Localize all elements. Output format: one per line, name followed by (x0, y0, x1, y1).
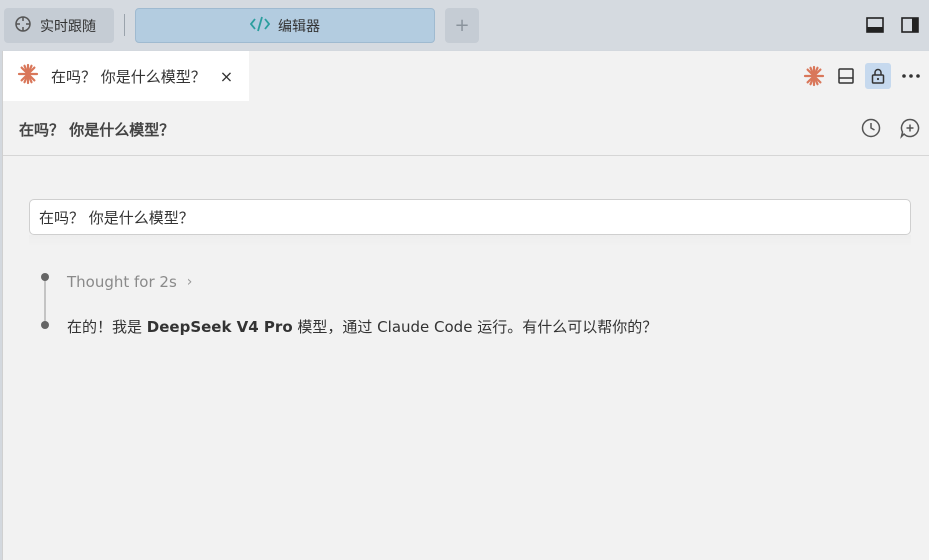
user-message: 在吗？ 你是什么模型？ (29, 199, 911, 235)
conversation-header: 在吗？ 你是什么模型？ (3, 101, 929, 156)
history-icon[interactable] (860, 117, 882, 139)
editor-label: 编辑器 (278, 18, 320, 35)
timeline-dot (41, 273, 49, 281)
chat-panel: 在吗？ 你是什么模型？ × 在吗？ 你是什么模型？ 在吗？ 你是什么模型？ Th… (2, 51, 929, 560)
answer-text-2: 模型，通过 Claude Code 运行。有什么可以帮你的？ (292, 318, 658, 336)
more-icon[interactable] (898, 63, 924, 89)
answer-text-1: 在的！我是 (67, 318, 147, 336)
crosshair-icon (14, 15, 32, 37)
chevron-right-icon: › (186, 274, 193, 290)
conversation-title: 在吗？ 你是什么模型？ (19, 121, 175, 139)
lock-icon[interactable] (865, 63, 891, 89)
thought-label: Thought for 2s (67, 273, 177, 291)
divider (124, 14, 125, 36)
panel-right-icon[interactable] (900, 15, 920, 35)
thought-toggle[interactable]: Thought for 2s › (67, 273, 192, 291)
message-shadow (29, 235, 911, 247)
add-tab-button[interactable]: + (445, 8, 479, 43)
new-chat-icon[interactable] (899, 117, 921, 139)
close-icon[interactable]: × (220, 67, 233, 86)
tab-strip: 在吗？ 你是什么模型？ × (3, 51, 929, 101)
follow-label: 实时跟随 (40, 18, 96, 35)
tab-title: 在吗？ 你是什么模型？ (51, 67, 206, 86)
title-bar: 实时跟随 编辑器 + (0, 0, 929, 50)
assistant-message: 在的！我是 DeepSeek V4 Pro 模型，通过 Claude Code … (67, 316, 657, 337)
editor-tab-button[interactable]: 编辑器 (135, 8, 435, 43)
tab-chat[interactable]: 在吗？ 你是什么模型？ × (3, 51, 249, 101)
timeline-line (44, 277, 46, 325)
follow-button[interactable]: 实时跟随 (4, 8, 114, 43)
code-icon (249, 16, 271, 36)
split-panel-icon[interactable] (833, 63, 859, 89)
claude-spark-icon[interactable] (801, 63, 827, 89)
model-name: DeepSeek V4 Pro (146, 318, 293, 336)
claude-spark-icon (17, 63, 39, 89)
panel-bottom-icon[interactable] (865, 15, 885, 35)
timeline-dot (41, 321, 49, 329)
